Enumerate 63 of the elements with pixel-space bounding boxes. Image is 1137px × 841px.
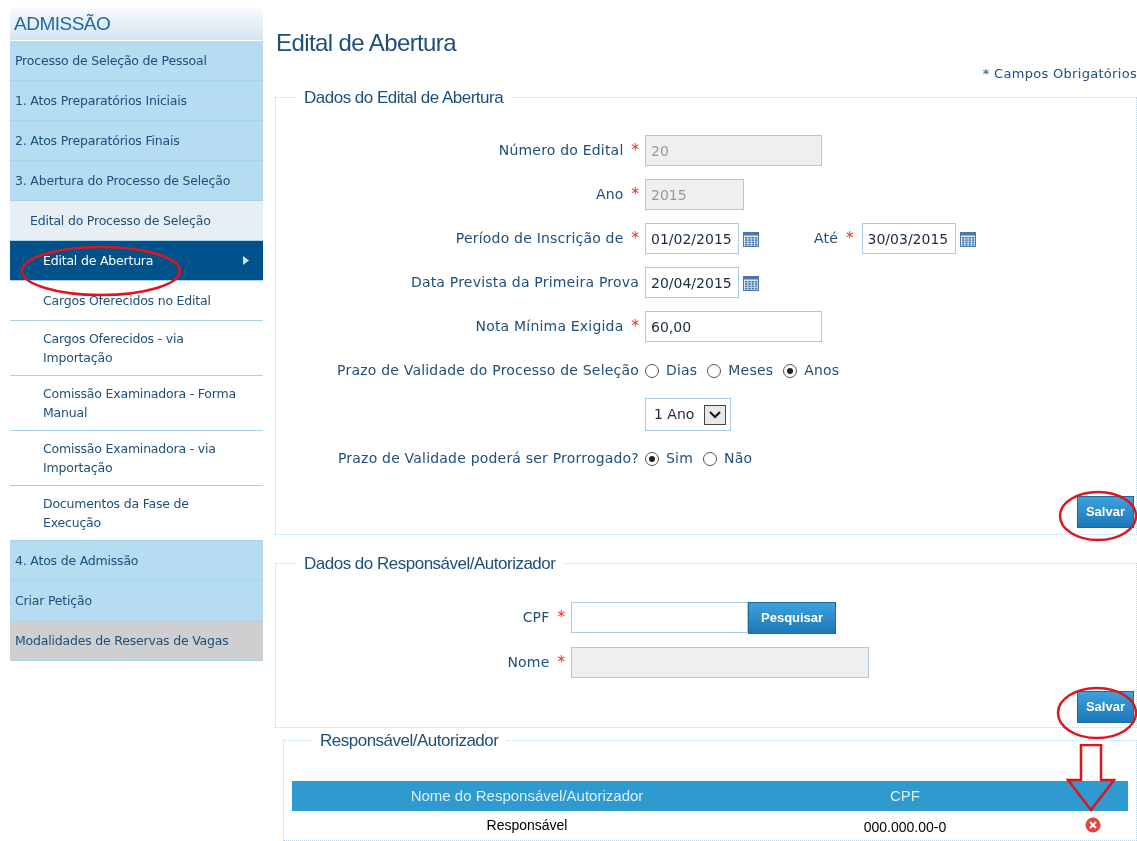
field-label: CPF (522, 608, 550, 627)
section-title: Dados do Responsável/Autorizador (304, 554, 556, 573)
field-label: Data Prevista da Primeira Prova (410, 273, 639, 292)
sidebar-item[interactable]: Processo de Seleção de Pessoal (10, 41, 263, 81)
calendar-icon[interactable] (743, 274, 759, 291)
field-label: Até (814, 229, 839, 248)
field-label: Nota Mínima Exigida (475, 317, 624, 336)
text-field[interactable]: 60,00 (645, 311, 822, 342)
sidebar-item[interactable]: Modalidades de Reservas de Vagas (10, 621, 263, 661)
table-cell-text: 000.000.00-0 (862, 817, 948, 837)
delete-icon[interactable] (1085, 817, 1101, 833)
radio-button[interactable] (703, 451, 717, 466)
field-label: Prazo de Validade poderá ser Prorrogado? (337, 449, 639, 468)
chevron-down-icon (704, 404, 726, 425)
sidebar-item[interactable]: Edital de Abertura (10, 241, 263, 281)
save-button[interactable]: Salvar (1076, 690, 1134, 723)
page-title: Edital de Abertura (276, 28, 458, 58)
field-label: Prazo de Validade do Processo de Seleção (337, 361, 639, 380)
sidebar-item[interactable]: Edital do Processo de Seleção (10, 201, 263, 241)
name-field[interactable] (571, 646, 869, 678)
radio-button[interactable] (783, 363, 798, 378)
required-asterisk: * (557, 651, 565, 673)
sidebar-item[interactable]: 3. Abertura do Processo de Seleção (10, 161, 263, 201)
required-asterisk: * (631, 140, 639, 162)
field-label: Nome (507, 652, 550, 672)
radio-button[interactable] (645, 363, 659, 378)
save-button[interactable]: Salvar (1076, 496, 1134, 528)
radio-label: Sim (666, 449, 693, 468)
required-note: * Campos Obrigatórios (982, 65, 1137, 83)
sidebar-item[interactable]: 1. Atos Preparatórios Iniciais (10, 81, 263, 121)
table-cell-text: Responsável (485, 815, 569, 835)
down-arrow-drawing (1066, 744, 1116, 812)
date-field[interactable]: 30/03/2015 (861, 223, 956, 254)
search-button[interactable]: Pesquisar (748, 601, 837, 634)
required-asterisk: * (631, 184, 639, 206)
radio-button[interactable] (707, 363, 722, 378)
column-header: Nome do Responsável/Autorizador (409, 785, 645, 806)
sidebar-item[interactable]: 4. Atos de Admissão (10, 541, 263, 581)
field-label: Número do Edital (498, 141, 624, 160)
date-field[interactable]: 01/02/2015 (645, 223, 739, 254)
section-title: Responsável/Autorizador (320, 730, 499, 750)
section-title: Dados do Edital de Abertura (304, 87, 504, 107)
chevron-right-icon (243, 256, 249, 265)
dropdown[interactable]: 1 Ano (645, 398, 731, 431)
sidebar-item[interactable]: 2. Atos Preparatórios Finais (10, 121, 263, 161)
column-header: CPF (889, 785, 921, 806)
calendar-icon[interactable] (959, 230, 976, 247)
field-label: Período de Inscrição de (455, 229, 624, 248)
calendar-icon[interactable] (743, 230, 759, 247)
cpf-field[interactable] (571, 602, 748, 633)
required-asterisk: * (557, 607, 565, 629)
required-asterisk: * (846, 228, 854, 250)
radio-label: Não (724, 449, 753, 468)
required-asterisk: * (631, 228, 639, 250)
radio-label: Meses (728, 361, 774, 380)
radio-label: Dias (666, 361, 698, 380)
required-asterisk: * (631, 316, 639, 338)
radio-button[interactable] (645, 451, 659, 466)
date-field[interactable]: 20/04/2015 (645, 267, 739, 298)
sidebar-header: ADMISSÃO (10, 8, 263, 41)
field-label: Ano (595, 185, 624, 204)
radio-label: Anos (804, 361, 840, 380)
sidebar-item[interactable]: Criar Petição (10, 581, 263, 621)
